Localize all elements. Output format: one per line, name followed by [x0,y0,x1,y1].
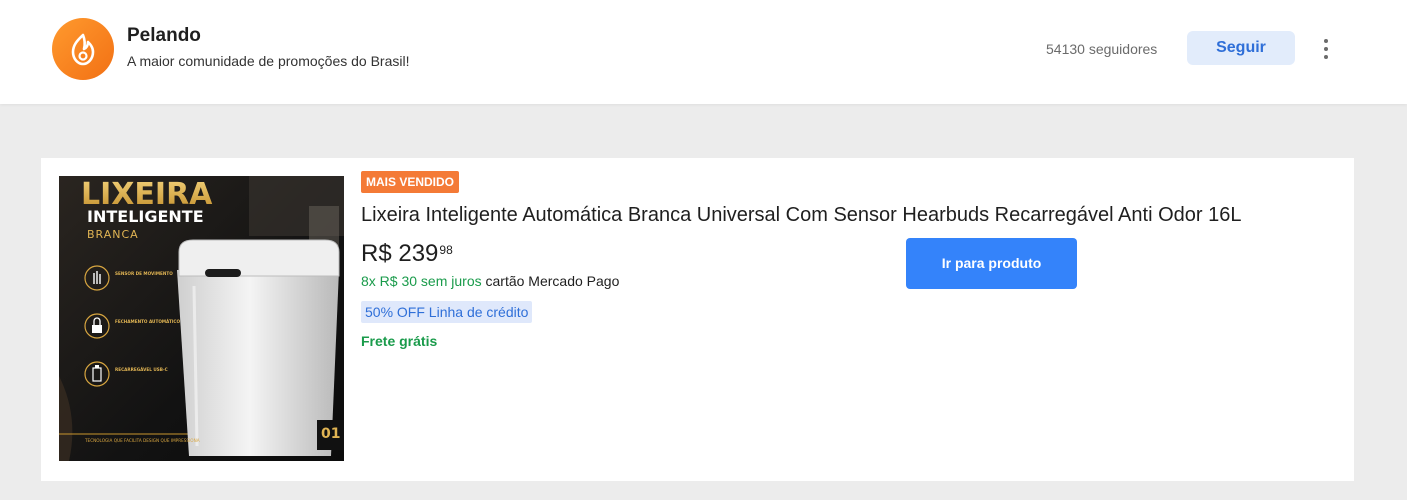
store-header: Pelando A maior comunidade de promoções … [0,0,1407,104]
product-title[interactable]: Lixeira Inteligente Automática Branca Un… [361,204,1241,227]
product-image[interactable]: LIXEIRA INTELIGENTE BRANCA SENSOR DE MOV… [59,176,344,461]
credit-discount-tag: 50% OFF Linha de crédito [361,301,533,323]
image-headline-3: BRANCA [87,228,139,241]
image-feature-2: FECHAMENTO AUTOMÁTICO [115,319,180,324]
installments-method: cartão Mercado Pago [485,273,620,289]
installments-highlight: 8x R$ 30 sem juros [361,273,482,289]
flame-icon [71,33,95,66]
image-feature-3: RECARREGÁVEL USB-C [115,367,168,372]
store-name: Pelando [127,25,201,46]
more-options-icon[interactable] [1316,35,1336,63]
follow-button[interactable]: Seguir [1187,31,1295,65]
store-tagline: A maior comunidade de promoções do Brasi… [127,53,410,69]
product-card: LIXEIRA INTELIGENTE BRANCA SENSOR DE MOV… [41,158,1354,481]
image-number: 01 [321,426,340,442]
free-shipping-label: Frete grátis [361,333,438,349]
product-price: R$ 23998 [361,240,453,268]
follower-count: 54130 seguidores [1046,41,1158,57]
installments: 8x R$ 30 sem juros cartão Mercado Pago [361,273,619,289]
best-seller-badge: MAIS VENDIDO [361,171,460,193]
image-footer: TECNOLOGIA QUE FACILITA DESIGN QUE IMPRE… [84,438,200,443]
pelando-logo[interactable] [52,18,114,80]
smart-bin-illustration [177,239,340,456]
go-to-product-button[interactable]: Ir para produto [906,238,1077,289]
price-main: R$ 239 [361,240,439,267]
price-cents: 98 [439,243,453,257]
image-feature-1: SENSOR DE MOVIMENTO [115,271,173,276]
image-headline-2: INTELIGENTE [87,207,204,226]
